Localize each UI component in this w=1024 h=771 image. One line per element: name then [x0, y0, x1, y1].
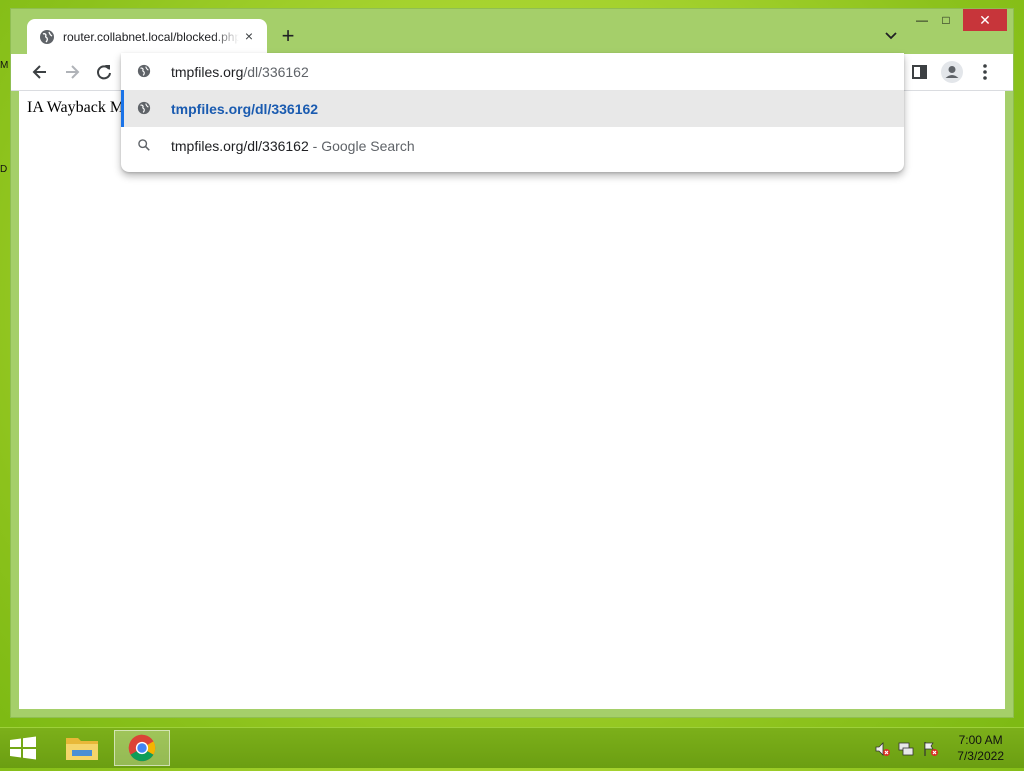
tab-title: router.collabnet.local/blocked.php [63, 29, 239, 44]
clock-time: 7:00 AM [958, 733, 1003, 747]
taskbar-file-explorer[interactable] [54, 730, 110, 766]
maximize-button[interactable]: □ [931, 9, 961, 31]
profile-avatar-icon[interactable] [941, 61, 963, 83]
globe-icon [137, 101, 151, 115]
taskbar-chrome[interactable] [114, 730, 170, 766]
suggestion-search[interactable]: tmpfiles.org/dl/336162 - Google Search [121, 127, 904, 164]
globe-icon [137, 64, 151, 78]
address-host: tmpfiles.org [171, 63, 244, 80]
folder-icon [66, 738, 98, 760]
desktop-icon-fragment: M [0, 60, 9, 71]
suggestion-search-query: tmpfiles.org/dl/336162 [171, 137, 309, 154]
network-icon[interactable] [898, 741, 914, 757]
new-tab-button[interactable]: + [277, 25, 299, 47]
suggestion-url-text: tmpfiles.org/dl/336162 [171, 100, 319, 117]
suggestion-url[interactable]: tmpfiles.org/dl/336162 [121, 90, 904, 127]
tab-search-chevron-icon[interactable] [883, 27, 899, 43]
side-panel-icon[interactable] [910, 62, 930, 82]
windows-start-icon[interactable] [8, 736, 38, 760]
volume-muted-icon[interactable] [874, 741, 890, 757]
chrome-logo-icon [128, 734, 156, 762]
reload-icon[interactable] [94, 62, 114, 82]
menu-kebab-icon[interactable] [975, 62, 995, 82]
suggestion-search-suffix: - Google Search [308, 137, 415, 154]
suggestion-search-text: tmpfiles.org/dl/336162 - Google Search [171, 138, 415, 154]
desktop-icon-fragment: D [0, 164, 8, 175]
action-center-flag-icon[interactable] [922, 741, 938, 757]
address-bar-value: tmpfiles.org/dl/336162 [171, 64, 309, 80]
system-clock[interactable]: 7:00 AM 7/3/2022 [957, 732, 1004, 764]
forward-arrow-icon[interactable] [62, 62, 82, 82]
close-window-button[interactable]: ✕ [963, 9, 1007, 31]
address-path: /dl/336162 [243, 63, 309, 80]
omnibox-dropdown: tmpfiles.org/dl/336162 tmpfiles.org/dl/3… [121, 53, 904, 172]
back-arrow-icon[interactable] [30, 62, 50, 82]
taskbar: 7:00 AM 7/3/2022 [0, 727, 1024, 768]
page-body-text: IA Wayback M [27, 99, 125, 116]
tab-strip: router.collabnet.local/blocked.php × + —… [11, 9, 1013, 54]
page-content: IA Wayback M [19, 91, 1005, 709]
clock-date: 7/3/2022 [957, 749, 1004, 763]
address-bar-input[interactable]: tmpfiles.org/dl/336162 [121, 53, 904, 90]
globe-icon [40, 29, 54, 44]
tab-active[interactable]: router.collabnet.local/blocked.php × [27, 19, 267, 54]
search-icon [138, 139, 150, 151]
tab-close-icon[interactable]: × [241, 28, 257, 44]
